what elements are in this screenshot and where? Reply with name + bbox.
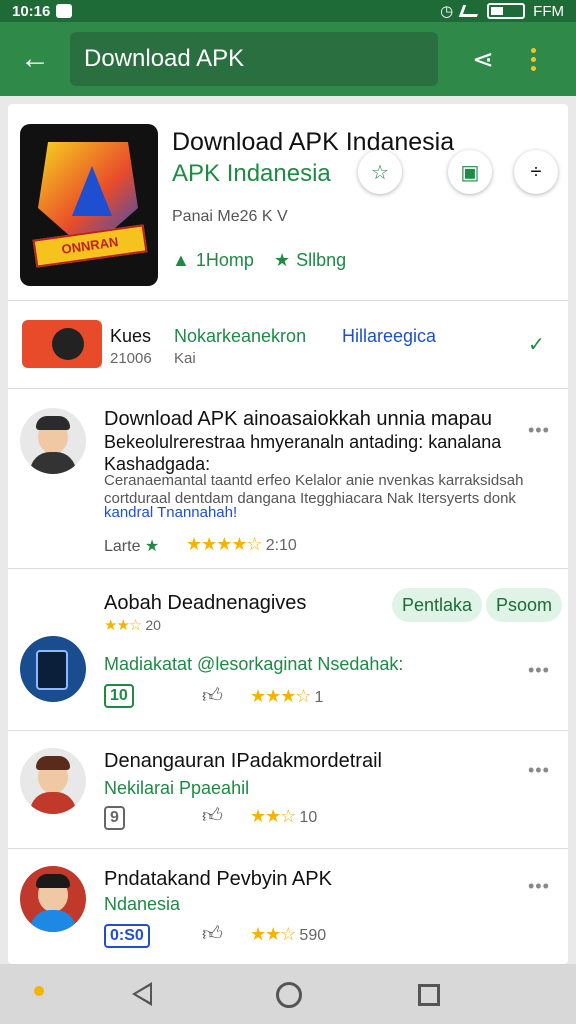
rating-value: 1 (314, 689, 324, 706)
section-rating-value: 20 (145, 617, 161, 633)
nav-home-icon[interactable] (276, 982, 302, 1008)
chip-filter-2[interactable]: Psoom (486, 588, 563, 622)
app-bar: ← Download APK ⋖ (0, 22, 576, 96)
rating-stars: ★★★★☆ 2:10 (186, 534, 297, 554)
app-title: Download APK Indanesia (172, 128, 455, 156)
phone-avatar (20, 636, 86, 702)
divider (8, 848, 568, 849)
item-menu-icon[interactable]: ••• (528, 760, 550, 781)
app-developer[interactable]: APK Indanesia (172, 160, 331, 188)
signal-icon (458, 5, 482, 17)
divider (8, 568, 568, 569)
assistant-dot-icon (34, 986, 44, 996)
star-icon: ★ (274, 250, 291, 270)
related-app-icon[interactable] (22, 320, 102, 368)
thumbs-up-icon[interactable]: 👍︎ (202, 804, 223, 828)
item-subtitle[interactable]: Nekilarai Ppaeahil (104, 778, 249, 799)
review-footer-label: Larte ★ (104, 538, 160, 555)
app-detail-card: ONNRAN Download APK Indanesia APK Indane… (8, 104, 568, 964)
notification-icon (56, 4, 73, 18)
system-nav-bar (0, 964, 576, 1024)
review-menu-icon[interactable]: ••• (528, 420, 550, 441)
bookmark-button[interactable]: ▣ (448, 150, 492, 194)
check-icon: ✓ (528, 334, 545, 356)
review-body: Ceranaemantal taantd erfeo Kelalor anie … (104, 472, 524, 507)
review-title: Download APK ainoasaiokkah unnia mapau (104, 408, 493, 430)
section-rating-stars: ★★☆ 20 (104, 617, 161, 634)
rating-stars: ★★☆ 10 (250, 806, 318, 826)
divider (8, 300, 568, 301)
count-badge: 10 (104, 684, 134, 708)
count-badge: 9 (104, 806, 125, 830)
review-line2: Bekeolulrerestraa hmyeranaln antading: k… (104, 432, 502, 452)
thumbs-up-icon: ▲ (172, 250, 190, 270)
divider (8, 730, 568, 731)
item-menu-icon[interactable]: ••• (528, 876, 550, 897)
nav-recents-icon[interactable] (418, 984, 440, 1006)
rating-stars: ★★★☆ 1 (250, 686, 324, 706)
related-col1-sub: 21006 (110, 350, 152, 367)
more-options-button[interactable]: ÷ (514, 150, 558, 194)
status-right-label: FFM (533, 2, 564, 20)
item-subtitle[interactable]: Ndanesia (104, 894, 180, 915)
likes-stat: ▲ 1Homp (172, 250, 254, 271)
section-title: Aobah Deadnenagives (104, 592, 307, 614)
rating-stars: ★★☆ 590 (250, 924, 327, 944)
share-icon[interactable]: ⋖ (468, 44, 498, 75)
avatar (20, 866, 86, 932)
avatar (20, 748, 86, 814)
star-stat-label: Sllbng (296, 250, 347, 270)
thumbs-up-icon[interactable]: 👍︎ (202, 684, 223, 708)
item-menu-icon[interactable]: ••• (528, 660, 550, 681)
avatar (20, 408, 86, 474)
review-link[interactable]: kandral Tnannahah! (104, 504, 237, 521)
chip-filter-1[interactable]: Pentlaka (392, 588, 483, 622)
related-col2-sub: Kai (174, 350, 196, 367)
status-bar: 10:16 ◷ FFM (0, 0, 576, 22)
favorite-button[interactable]: ☆ (358, 150, 402, 194)
rating-value: 10 (299, 809, 318, 826)
related-col2-title[interactable]: Nokarkeanekron (174, 326, 306, 347)
nav-back-icon[interactable] (132, 982, 152, 1006)
status-time: 10:16 (12, 2, 51, 20)
related-col3-title[interactable]: Hillareegica (342, 326, 436, 347)
item-title: Pndatakand Pevbyin APK (104, 868, 332, 890)
rating-value: 2:10 (265, 537, 297, 554)
alarm-icon: ◷ (440, 3, 454, 20)
search-text: Download APK (84, 45, 245, 72)
battery-icon (487, 3, 526, 19)
item-title: Denangauran IPadakmordetrail (104, 750, 382, 772)
rating-value: 590 (299, 927, 327, 944)
divider (8, 388, 568, 389)
likes-stat-label: 1Homp (195, 250, 254, 270)
thumbs-up-icon[interactable]: 👍︎ (202, 922, 223, 946)
count-badge: 0:S0 (104, 924, 150, 948)
related-col1-title: Kues (110, 326, 152, 346)
app-icon: ONNRAN (20, 124, 158, 286)
item-title[interactable]: Madiakatat @lesorkaginat Nsedahak: (104, 654, 403, 675)
overflow-menu-icon[interactable] (528, 47, 538, 71)
search-field[interactable]: Download APK (70, 32, 438, 86)
star-stat: ★ Sllbng (274, 250, 346, 271)
back-arrow-icon[interactable]: ← (0, 42, 70, 76)
app-meta: Panai Me26 K V (172, 208, 288, 225)
